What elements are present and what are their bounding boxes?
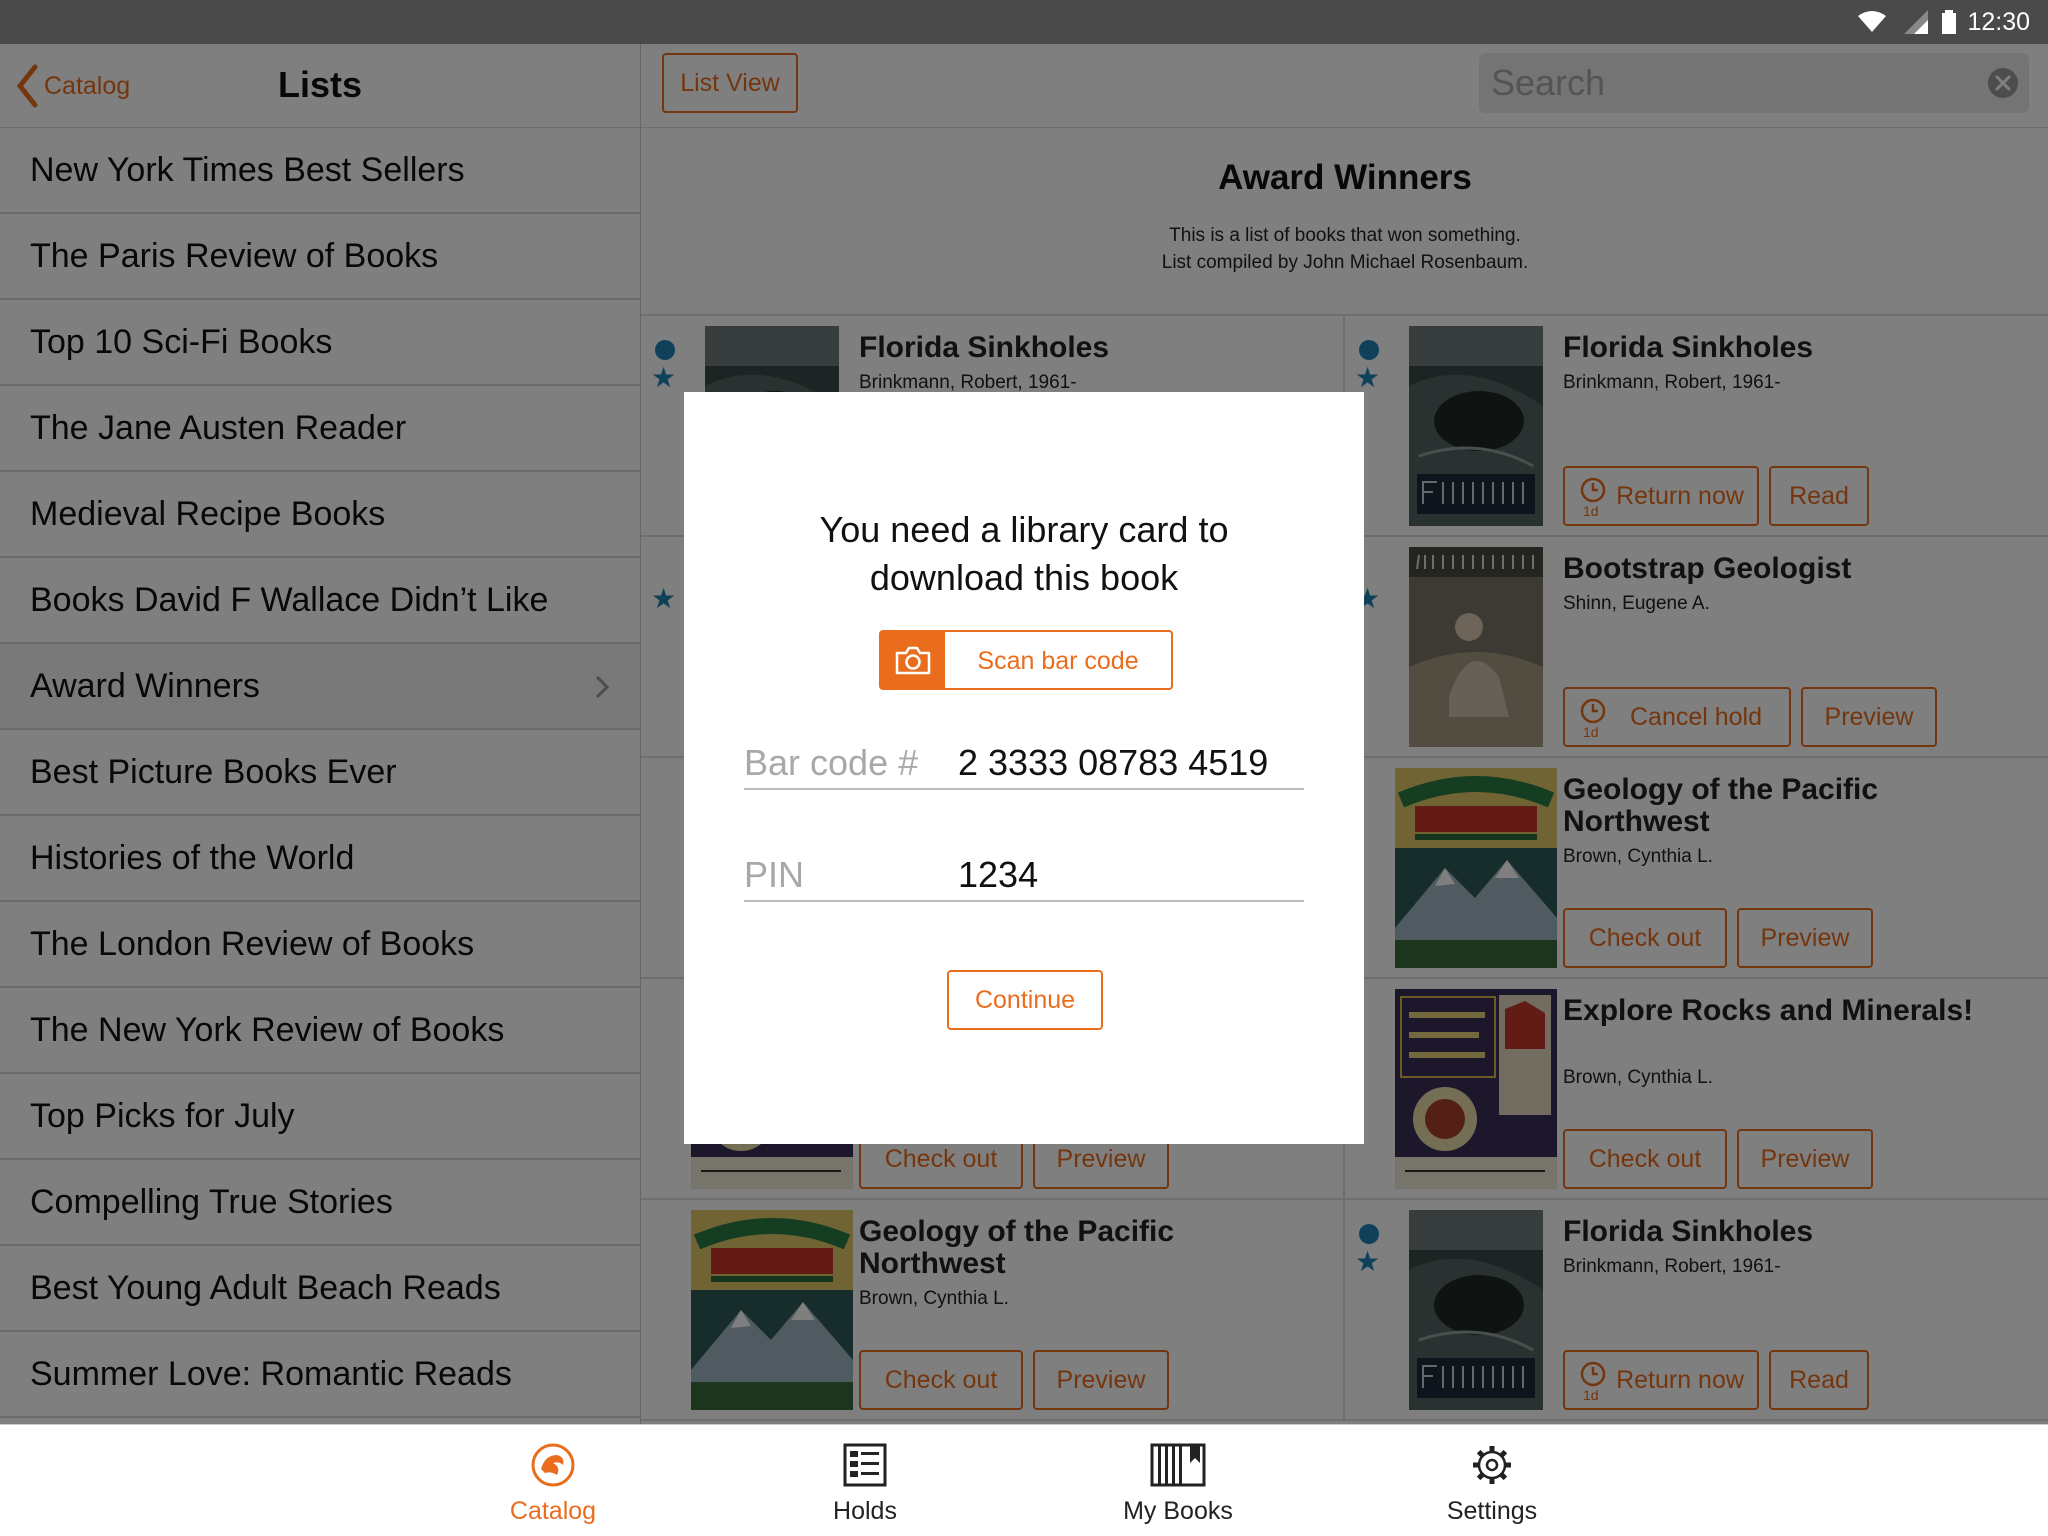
tab-catalog[interactable]: Catalog bbox=[453, 1425, 653, 1536]
continue-button[interactable]: Continue bbox=[947, 970, 1103, 1030]
tab-label: My Books bbox=[1123, 1497, 1233, 1525]
status-time: 12:30 bbox=[1967, 8, 2030, 36]
barcode-label: Bar code # bbox=[744, 742, 919, 783]
pin-field[interactable]: PIN 1234 bbox=[744, 846, 1304, 902]
dialog-title-line1: You need a library card to bbox=[819, 509, 1229, 550]
status-bar: 12:30 bbox=[0, 0, 2048, 44]
holds-icon bbox=[843, 1443, 887, 1487]
pin-value[interactable]: 1234 bbox=[958, 854, 1038, 896]
camera-icon bbox=[881, 632, 945, 688]
tab-holds[interactable]: Holds bbox=[765, 1425, 965, 1536]
gear-icon bbox=[1473, 1446, 1511, 1484]
library-card-dialog: You need a library card to download this… bbox=[684, 392, 1364, 1144]
scan-button-label: Scan bar code bbox=[977, 647, 1139, 675]
bottom-tab-bar: Catalog Holds My Books Settings bbox=[0, 1424, 2048, 1536]
barcode-field[interactable]: Bar code # 2 3333 08783 4519 bbox=[744, 734, 1304, 790]
pin-label: PIN bbox=[744, 854, 805, 895]
tab-label: Holds bbox=[833, 1497, 897, 1525]
wifi-icon bbox=[1858, 11, 1886, 32]
scan-bar-code-button[interactable]: Scan bar code bbox=[879, 630, 1173, 690]
battery-icon bbox=[1942, 10, 1956, 34]
signal-icon bbox=[1904, 10, 1928, 34]
barcode-value[interactable]: 2 3333 08783 4519 bbox=[958, 742, 1268, 784]
dialog-title-line2: download this book bbox=[869, 557, 1179, 598]
tab-my-books[interactable]: My Books bbox=[1078, 1425, 1278, 1536]
my-books-icon bbox=[1150, 1443, 1206, 1487]
dialog-title: You need a library card to download this… bbox=[684, 506, 1364, 602]
catalog-logo-icon bbox=[531, 1443, 575, 1487]
tab-label: Catalog bbox=[509, 1497, 597, 1525]
tab-settings[interactable]: Settings bbox=[1392, 1425, 1592, 1536]
tab-label: Settings bbox=[1446, 1497, 1538, 1525]
